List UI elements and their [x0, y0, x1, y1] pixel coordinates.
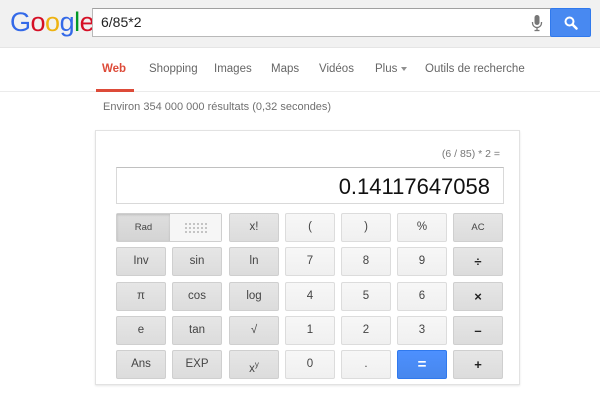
tab-videos[interactable]: Vidéos — [319, 63, 354, 75]
ln-key[interactable]: ln — [229, 247, 279, 276]
minus-key[interactable]: – — [453, 316, 503, 345]
deg-button[interactable] — [170, 214, 221, 241]
chevron-down-icon — [401, 66, 408, 71]
search-input-box[interactable]: 6/85*2 — [92, 8, 552, 37]
logo-letter: G — [10, 7, 31, 37]
tab-shopping[interactable]: Shopping — [149, 63, 198, 75]
plus-key[interactable]: + — [453, 350, 503, 379]
digit-6-key[interactable]: 6 — [397, 282, 447, 311]
log-key[interactable]: log — [229, 282, 279, 311]
active-tab-indicator — [96, 89, 134, 92]
factorial-key[interactable]: x! — [229, 213, 279, 242]
exp-key[interactable]: EXP — [172, 350, 222, 379]
pi-key[interactable]: π — [116, 282, 166, 311]
digit-3-key[interactable]: 3 — [397, 316, 447, 345]
digit-8-key[interactable]: 8 — [341, 247, 391, 276]
power-key[interactable]: xy — [229, 350, 279, 379]
tab-plus[interactable]: Plus — [375, 63, 408, 75]
tab-plus-label: Plus — [375, 63, 398, 75]
microphone-icon[interactable] — [529, 13, 545, 33]
clear-key[interactable]: AC — [453, 213, 503, 242]
digit-9-key[interactable]: 9 — [397, 247, 447, 276]
google-logo[interactable]: Google — [10, 7, 95, 38]
digit-7-key[interactable]: 7 — [285, 247, 335, 276]
multiply-key[interactable]: × — [453, 282, 503, 311]
digit-4-key[interactable]: 4 — [285, 282, 335, 311]
e-key[interactable]: e — [116, 316, 166, 345]
rparen-key[interactable]: ) — [341, 213, 391, 242]
calculator-expression: (6 / 85) * 2 = — [441, 148, 500, 160]
decimal-key[interactable]: . — [341, 350, 391, 379]
digit-2-key[interactable]: 2 — [341, 316, 391, 345]
search-input[interactable]: 6/85*2 — [101, 14, 141, 30]
divide-key[interactable]: ÷ — [453, 247, 503, 276]
calculator-result: 0.14117647058 — [338, 174, 490, 199]
inv-key[interactable]: Inv — [116, 247, 166, 276]
lparen-key[interactable]: ( — [285, 213, 335, 242]
logo-letter: o — [45, 7, 60, 37]
equals-key[interactable]: = — [397, 350, 447, 379]
tab-maps[interactable]: Maps — [271, 63, 299, 75]
ans-key[interactable]: Ans — [116, 350, 166, 379]
search-header: Google 6/85*2 — [0, 0, 600, 48]
power-exponent: y — [254, 360, 259, 369]
digit-1-key[interactable]: 1 — [285, 316, 335, 345]
sqrt-key[interactable]: √ — [229, 316, 279, 345]
tab-web[interactable]: Web — [102, 63, 126, 75]
logo-letter: g — [59, 7, 75, 37]
tan-key[interactable]: tan — [172, 316, 222, 345]
search-icon — [564, 16, 578, 30]
rad-deg-toggle[interactable]: Rad — [116, 213, 222, 242]
digit-0-key[interactable]: 0 — [285, 350, 335, 379]
search-button[interactable] — [550, 8, 591, 37]
calculator: (6 / 85) * 2 = 0.14117647058 Rad x! ( ) … — [95, 130, 520, 385]
rad-button[interactable]: Rad — [117, 214, 170, 241]
sin-key[interactable]: sin — [172, 247, 222, 276]
percent-key[interactable]: % — [397, 213, 447, 242]
tab-search-tools[interactable]: Outils de recherche — [425, 63, 525, 75]
cos-key[interactable]: cos — [172, 282, 222, 311]
tab-images[interactable]: Images — [214, 63, 252, 75]
calculator-display: 0.14117647058 — [116, 167, 504, 204]
deg-dotted-icon — [184, 222, 207, 233]
results-count: Environ 354 000 000 résultats (0,32 seco… — [103, 101, 332, 113]
logo-letter: o — [30, 7, 46, 37]
search-tabs: Web Shopping Images Maps Vidéos Plus Out… — [0, 48, 600, 92]
digit-5-key[interactable]: 5 — [341, 282, 391, 311]
